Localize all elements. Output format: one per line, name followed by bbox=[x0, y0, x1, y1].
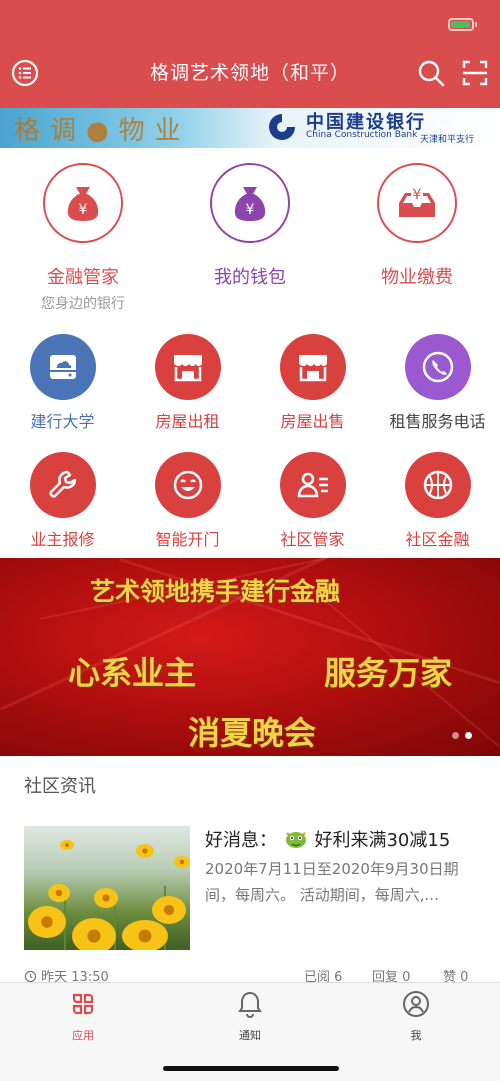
home-indicator[interactable] bbox=[163, 1066, 339, 1071]
service-label: 金融管家 bbox=[47, 267, 119, 288]
svg-text:¥: ¥ bbox=[79, 202, 88, 218]
service-label: 建行大学 bbox=[30, 412, 95, 431]
service-community-finance[interactable]: 社区金融 bbox=[375, 452, 500, 550]
basketball-icon bbox=[404, 452, 471, 518]
drive-icon bbox=[29, 334, 96, 400]
store-icon bbox=[279, 334, 346, 400]
news-description: 2020年7月11日至2020年9月30日期间，每周六。 活动期间，每周六,..… bbox=[205, 860, 459, 904]
tab-apps[interactable]: 应用 bbox=[43, 989, 123, 1043]
news-title[interactable]: 好消息： 好利来满30减15 bbox=[205, 826, 450, 852]
service-sublabel: 您身边的银行 bbox=[41, 296, 125, 312]
ccb-logo-icon bbox=[269, 114, 295, 140]
store-icon bbox=[154, 334, 221, 400]
apps-icon bbox=[72, 993, 94, 1015]
promo-line-2-right: 服务万家 bbox=[324, 654, 453, 692]
smile-icon bbox=[154, 452, 221, 518]
app-header: 格调艺术领地（和平） bbox=[0, 0, 500, 108]
service-finance-manager[interactable]: ¥ 金融管家 您身边的银行 bbox=[18, 163, 148, 313]
service-housekeeper[interactable]: 社区管家 bbox=[250, 452, 375, 550]
news-title-prefix: 好消息： bbox=[205, 830, 277, 851]
money-bag-icon: ¥ bbox=[210, 163, 290, 243]
news-thumbnail[interactable] bbox=[24, 826, 190, 950]
tab-label: 我 bbox=[410, 1029, 422, 1042]
service-my-wallet[interactable]: ¥ 我的钱包 bbox=[185, 163, 315, 289]
phone-icon bbox=[404, 334, 471, 400]
promo-banner-carousel[interactable]: 艺术领地携手建行金融 心系业主 服务万家 消夏晚会 bbox=[0, 558, 500, 756]
wrench-icon bbox=[29, 452, 96, 518]
service-label: 房屋出租 bbox=[155, 412, 220, 431]
tab-notifications[interactable]: 通知 bbox=[210, 989, 290, 1043]
service-label: 智能开门 bbox=[155, 530, 220, 549]
service-label: 我的钱包 bbox=[214, 267, 286, 288]
service-label: 业主报修 bbox=[30, 530, 95, 549]
carousel-dots bbox=[438, 124, 471, 131]
section-title: 社区资讯 bbox=[24, 776, 96, 797]
service-ccb-university[interactable]: 建行大学 bbox=[0, 334, 125, 432]
service-label: 房屋出售 bbox=[280, 412, 345, 431]
svg-text:¥: ¥ bbox=[246, 202, 255, 218]
dragon-emoji-icon bbox=[283, 828, 309, 850]
news-title-suffix: 好利来满30减15 bbox=[314, 830, 451, 851]
tab-label: 通知 bbox=[239, 1029, 261, 1042]
inbox-yen-icon: ¥ bbox=[377, 163, 457, 243]
bank-branch: 天津和平支行 bbox=[420, 135, 475, 145]
person-card-icon bbox=[279, 452, 346, 518]
service-property-fee[interactable]: ¥ 物业缴费 bbox=[352, 163, 482, 289]
battery-icon bbox=[448, 18, 477, 31]
service-hotline[interactable]: 租售服务电话 bbox=[375, 334, 500, 432]
service-label: 租售服务电话 bbox=[389, 412, 486, 431]
service-house-sale[interactable]: 房屋出售 bbox=[250, 334, 375, 432]
bank-name-en: China Construction Bank bbox=[306, 130, 418, 140]
bell-icon bbox=[238, 991, 262, 1018]
promo-line-1: 艺术领地携手建行金融 bbox=[90, 577, 341, 606]
service-house-rent[interactable]: 房屋出租 bbox=[125, 334, 250, 432]
top-banner-carousel[interactable]: 格调●物业 中国建设银行 China Construction Bank 天津和… bbox=[0, 108, 500, 148]
user-icon bbox=[403, 991, 429, 1017]
search-icon[interactable] bbox=[416, 58, 446, 88]
service-repair[interactable]: 业主报修 bbox=[0, 452, 125, 550]
svg-text:¥: ¥ bbox=[413, 187, 422, 203]
tab-label: 应用 bbox=[72, 1029, 94, 1042]
scan-icon[interactable] bbox=[460, 58, 490, 88]
banner-property-text: 格调●物业 bbox=[14, 116, 191, 146]
tab-me[interactable]: 我 bbox=[376, 989, 456, 1043]
carousel-dots bbox=[452, 732, 472, 739]
service-label: 社区管家 bbox=[280, 530, 345, 549]
promo-line-2-left: 心系业主 bbox=[68, 654, 197, 692]
service-label: 物业缴费 bbox=[381, 267, 453, 288]
service-label: 社区金融 bbox=[405, 530, 470, 549]
status-bar bbox=[0, 0, 500, 44]
money-bag-icon: ¥ bbox=[43, 163, 123, 243]
promo-line-3: 消夏晚会 bbox=[188, 714, 317, 752]
service-smart-door[interactable]: 智能开门 bbox=[125, 452, 250, 550]
